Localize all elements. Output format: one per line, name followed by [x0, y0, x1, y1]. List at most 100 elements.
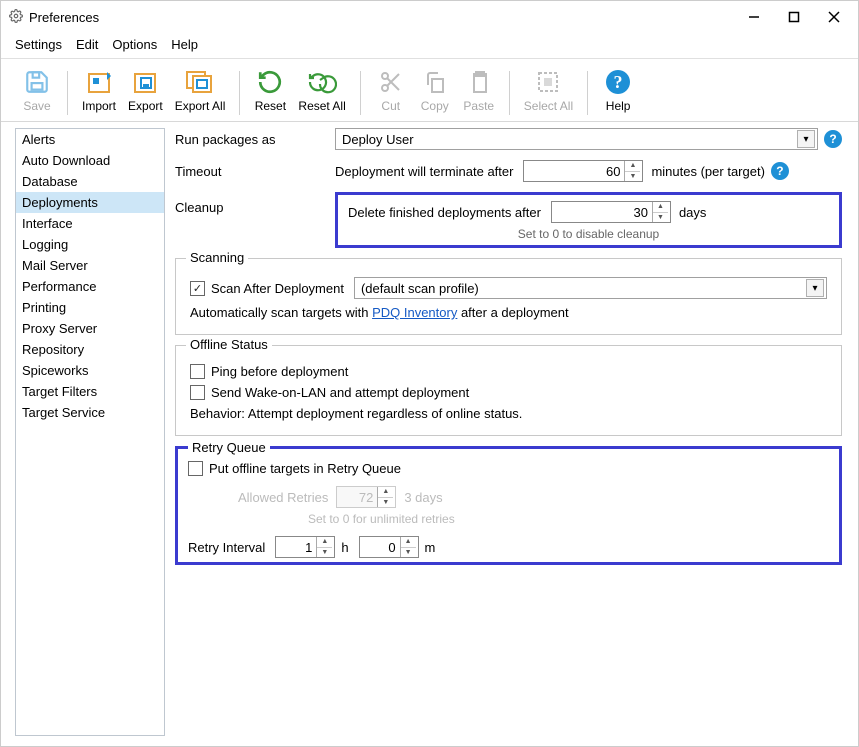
retry-hours-value[interactable]: [276, 537, 316, 557]
retry-mins-input[interactable]: ▲▼: [359, 536, 419, 558]
retry-legend: Retry Queue: [188, 440, 270, 455]
content-panel: Run packages as Deploy User ▾ ? Timeout …: [175, 128, 848, 736]
wol-label: Send Wake-on-LAN and attempt deployment: [211, 385, 469, 400]
retry-put-checkbox[interactable]: [188, 461, 203, 476]
sidebar-item-repository[interactable]: Repository: [16, 339, 164, 360]
offline-behavior: Behavior: Attempt deployment regardless …: [190, 406, 827, 421]
menu-settings[interactable]: Settings: [15, 37, 62, 52]
toolbar-label: Cut: [381, 99, 400, 113]
help-icon[interactable]: ?: [771, 162, 789, 180]
sidebar[interactable]: AlertsAuto DownloadDatabaseDeploymentsIn…: [15, 128, 165, 736]
toolbar-label: Export All: [175, 99, 226, 113]
wol-checkbox[interactable]: [190, 385, 205, 400]
chevron-down-icon: ▾: [806, 279, 824, 297]
help-icon: ?: [602, 67, 634, 97]
timeout-text: Deployment will terminate after: [335, 164, 513, 179]
scanning-group: Scanning ✓ Scan After Deployment (defaul…: [175, 258, 842, 335]
cleanup-unit: days: [679, 205, 706, 220]
sidebar-item-deployments[interactable]: Deployments: [16, 192, 164, 213]
scan-after-checkbox[interactable]: ✓: [190, 281, 205, 296]
spinner-icon: ▲▼: [377, 487, 393, 507]
cleanup-value[interactable]: [552, 202, 652, 222]
cleanup-input[interactable]: ▲▼: [551, 201, 671, 223]
toolbar-label: Reset: [255, 99, 286, 113]
cleanup-text: Delete finished deployments after: [348, 205, 541, 220]
ping-checkbox[interactable]: [190, 364, 205, 379]
copy-button[interactable]: Copy: [413, 65, 457, 115]
cut-button[interactable]: Cut: [369, 65, 413, 115]
allowed-retries-input: ▲▼: [336, 486, 396, 508]
toolbar: Save Import Export Export All: [1, 59, 858, 122]
menubar: Settings Edit Options Help: [1, 33, 858, 59]
export-button[interactable]: Export: [122, 65, 169, 115]
close-button[interactable]: [814, 3, 854, 31]
spinner-icon[interactable]: ▲▼: [652, 202, 668, 222]
menu-help[interactable]: Help: [171, 37, 198, 52]
scan-after-label: Scan After Deployment: [211, 281, 344, 296]
timeout-value[interactable]: [524, 161, 624, 181]
paste-icon: [463, 67, 495, 97]
toolbar-label: Paste: [463, 99, 494, 113]
help-button[interactable]: ? Help: [596, 65, 640, 115]
export-all-button[interactable]: Export All: [169, 65, 232, 115]
sidebar-item-auto-download[interactable]: Auto Download: [16, 150, 164, 171]
spinner-icon[interactable]: ▲▼: [624, 161, 640, 181]
menu-edit[interactable]: Edit: [76, 37, 98, 52]
scanning-legend: Scanning: [186, 250, 248, 265]
allowed-retries-value: [337, 487, 377, 507]
allowed-retries-hint: Set to 0 for unlimited retries: [308, 512, 829, 526]
sidebar-item-mail-server[interactable]: Mail Server: [16, 255, 164, 276]
sidebar-item-performance[interactable]: Performance: [16, 276, 164, 297]
menu-options[interactable]: Options: [112, 37, 157, 52]
titlebar: Preferences: [1, 1, 858, 33]
scan-profile-value: (default scan profile): [361, 281, 479, 296]
window-title: Preferences: [29, 10, 734, 25]
retry-hours-input[interactable]: ▲▼: [275, 536, 335, 558]
offline-legend: Offline Status: [186, 337, 272, 352]
sidebar-item-target-service[interactable]: Target Service: [16, 402, 164, 423]
help-icon[interactable]: ?: [824, 130, 842, 148]
import-button[interactable]: Import: [76, 65, 122, 115]
allowed-retries-suffix: 3 days: [404, 490, 442, 505]
allowed-retries-label: Allowed Retries: [238, 490, 328, 505]
sidebar-item-database[interactable]: Database: [16, 171, 164, 192]
floppy-icon: [21, 67, 53, 97]
maximize-button[interactable]: [774, 3, 814, 31]
sidebar-item-proxy-server[interactable]: Proxy Server: [16, 318, 164, 339]
timeout-unit: minutes (per target): [651, 164, 764, 179]
retry-mins-value[interactable]: [360, 537, 400, 557]
reset-button[interactable]: Reset: [248, 65, 292, 115]
spinner-icon[interactable]: ▲▼: [316, 537, 332, 557]
sidebar-item-target-filters[interactable]: Target Filters: [16, 381, 164, 402]
spinner-icon[interactable]: ▲▼: [400, 537, 416, 557]
svg-text:?: ?: [614, 72, 623, 92]
toolbar-label: Select All: [524, 99, 573, 113]
reset-all-button[interactable]: Reset All: [292, 65, 351, 115]
sidebar-item-printing[interactable]: Printing: [16, 297, 164, 318]
sidebar-item-logging[interactable]: Logging: [16, 234, 164, 255]
run-as-value: Deploy User: [342, 132, 414, 147]
sidebar-item-interface[interactable]: Interface: [16, 213, 164, 234]
timeout-input[interactable]: ▲▼: [523, 160, 643, 182]
select-all-button[interactable]: Select All: [518, 65, 579, 115]
pdq-inventory-link[interactable]: PDQ Inventory: [372, 305, 457, 320]
cleanup-label: Cleanup: [175, 192, 335, 215]
reset-all-icon: [306, 67, 338, 97]
scan-auto-text2: after a deployment: [457, 305, 568, 320]
timeout-label: Timeout: [175, 164, 335, 179]
scissors-icon: [375, 67, 407, 97]
sidebar-item-alerts[interactable]: Alerts: [16, 129, 164, 150]
export-icon: [129, 67, 161, 97]
toolbar-label: Copy: [421, 99, 449, 113]
ping-label: Ping before deployment: [211, 364, 348, 379]
toolbar-label: Reset All: [298, 99, 345, 113]
sidebar-item-spiceworks[interactable]: Spiceworks: [16, 360, 164, 381]
save-button[interactable]: Save: [15, 65, 59, 115]
paste-button[interactable]: Paste: [457, 65, 501, 115]
copy-icon: [419, 67, 451, 97]
minimize-button[interactable]: [734, 3, 774, 31]
run-as-select[interactable]: Deploy User ▾: [335, 128, 818, 150]
scan-profile-select[interactable]: (default scan profile) ▾: [354, 277, 827, 299]
offline-group: Offline Status Ping before deployment Se…: [175, 345, 842, 436]
scan-auto-text: Automatically scan targets with: [190, 305, 372, 320]
